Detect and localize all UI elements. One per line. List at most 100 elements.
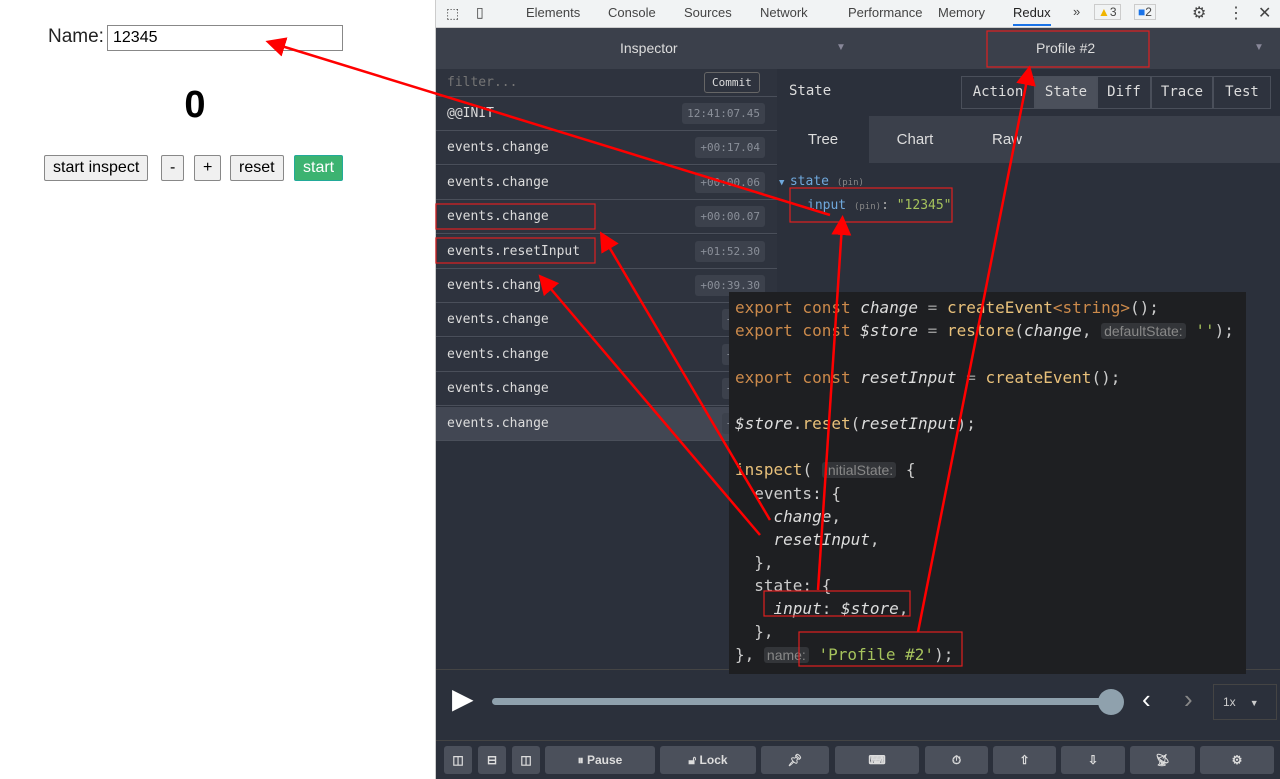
action-name: events.change xyxy=(447,381,549,397)
persist-button[interactable]: ⏱ xyxy=(925,746,988,774)
action-item[interactable]: events.change+00:0 xyxy=(436,337,777,372)
action-name: events.change xyxy=(447,140,549,156)
name-input[interactable] xyxy=(107,25,343,51)
chevron-down-icon[interactable]: ▼ xyxy=(1254,42,1264,53)
import-button[interactable]: ⇧ xyxy=(993,746,1056,774)
tab-network[interactable]: Network xyxy=(760,5,808,20)
download-icon: ⇩ xyxy=(1087,753,1099,767)
tab-sources[interactable]: Sources xyxy=(684,5,732,20)
reset-button[interactable]: reset xyxy=(230,155,284,181)
speed-select[interactable]: 1x ▼ xyxy=(1213,684,1277,720)
upload-icon: ⇧ xyxy=(1019,753,1030,767)
commit-button[interactable]: Commit xyxy=(704,72,760,93)
device-toggle-icon[interactable]: ▯ xyxy=(476,4,484,21)
layout-right-button[interactable]: ◫ xyxy=(512,746,540,774)
name-label: Name: xyxy=(48,26,104,47)
tab-memory[interactable]: Memory xyxy=(938,5,985,20)
more-options-icon[interactable]: ⋮ xyxy=(1228,3,1244,23)
redux-header: Inspector ▼ Profile #2 ▼ xyxy=(436,28,1280,69)
settings-icon[interactable]: ⚙ xyxy=(1192,3,1206,23)
close-icon[interactable]: ✕ xyxy=(1258,3,1271,23)
app-page: Name: 0 start inspect - + reset start xyxy=(0,0,435,779)
filter-row: Commit xyxy=(436,69,777,97)
increment-button[interactable]: + xyxy=(194,155,222,181)
action-item[interactable]: events.change+00:0 xyxy=(436,303,777,338)
decrement-button[interactable]: - xyxy=(161,155,185,181)
timer-off-icon: ⏱ xyxy=(951,753,962,767)
action-item[interactable]: events.change+00:0 xyxy=(436,406,777,441)
view-tabs: Tree Chart Raw xyxy=(777,116,1280,163)
start-inspect-button[interactable]: start inspect xyxy=(44,155,149,181)
antenna-icon: 📡︎ xyxy=(1154,753,1171,767)
action-name: events.change xyxy=(447,278,549,293)
segment-diff[interactable]: Diff xyxy=(1097,76,1151,109)
gear-icon: ⚙ xyxy=(1231,753,1243,767)
previous-icon[interactable]: ‹ xyxy=(1142,684,1151,715)
action-item[interactable]: events.change +00:39.30 xyxy=(436,269,777,303)
segment-state[interactable]: State xyxy=(1035,76,1097,109)
devtools-toolbar: ⬚ ▯ Elements Console Sources Network Per… xyxy=(436,0,1280,28)
chevron-down-icon[interactable]: ▼ xyxy=(836,42,846,53)
action-name: events.resetInput xyxy=(447,243,581,259)
action-item[interactable]: events.change+00:0 xyxy=(436,372,777,407)
start-button[interactable]: start xyxy=(294,155,344,181)
action-time: +00:17.04 xyxy=(695,137,765,159)
action-item[interactable]: @@INIT 12:41:07.45 xyxy=(436,97,777,131)
segment-test[interactable]: Test xyxy=(1213,76,1271,109)
messages-badge[interactable]: ■2 xyxy=(1134,4,1156,20)
action-name: events.change xyxy=(447,174,549,190)
more-tabs-icon[interactable]: » xyxy=(1073,4,1080,19)
tab-tree[interactable]: Tree xyxy=(777,116,869,163)
devtools: ⬚ ▯ Elements Console Sources Network Per… xyxy=(435,0,1280,779)
instance-select[interactable]: Profile #2 xyxy=(1036,40,1095,56)
action-name: events.change xyxy=(447,415,549,431)
pause-icon: ⏸ xyxy=(577,753,587,767)
chevron-down-icon: ▼ xyxy=(1249,698,1259,708)
tree-node-input[interactable]: input (pin): "12345" xyxy=(807,198,952,213)
action-item[interactable]: events.resetInput +01:52.30 xyxy=(436,234,777,269)
tab-performance[interactable]: Performance xyxy=(848,5,922,20)
tab-elements[interactable]: Elements xyxy=(526,5,580,20)
pause-button[interactable]: ⏸ Pause xyxy=(545,746,655,774)
action-time: +00:00.07 xyxy=(695,206,765,228)
action-item[interactable]: events.change +00:00.06 xyxy=(436,165,777,200)
layout-left-button[interactable]: ◫ xyxy=(444,746,472,774)
settings-button[interactable]: ⚙ xyxy=(1200,746,1274,774)
layout-bottom-button[interactable]: ⊟ xyxy=(478,746,506,774)
inspect-element-icon[interactable]: ⬚ xyxy=(446,5,459,22)
action-item[interactable]: events.change +00:17.04 xyxy=(436,131,777,166)
tab-chart[interactable]: Chart xyxy=(869,116,961,163)
filter-input[interactable] xyxy=(436,69,696,96)
action-item[interactable]: events.change +00:00.07 xyxy=(436,200,777,235)
action-name: events.change xyxy=(447,209,549,225)
pin-button[interactable]: 📌︎ xyxy=(761,746,829,774)
pin-icon: 📌︎ xyxy=(787,753,803,767)
tree-root[interactable]: ▼ state (pin) xyxy=(779,174,864,189)
action-name: @@INIT xyxy=(447,106,494,121)
keyboard-icon: ⌨ xyxy=(868,753,886,767)
monitor-select[interactable]: Inspector xyxy=(620,40,678,56)
panel-title: State xyxy=(789,83,832,99)
warnings-badge[interactable]: ▲3 xyxy=(1094,4,1121,20)
warning-icon: ▲ xyxy=(1098,5,1110,19)
action-name: events.change xyxy=(447,312,549,328)
action-name: events.change xyxy=(447,346,549,362)
segment-action[interactable]: Action xyxy=(961,76,1035,109)
counter-value: 0 xyxy=(184,84,206,126)
action-time: +00:00.06 xyxy=(695,171,765,193)
keyboard-button[interactable]: ⌨ xyxy=(835,746,919,774)
slider-bar: ▶ ‹ › 1x ▼ xyxy=(436,669,1280,741)
slider-handle[interactable] xyxy=(1098,689,1124,715)
timeline-slider[interactable] xyxy=(492,698,1112,705)
tab-redux[interactable]: Redux xyxy=(1013,5,1051,26)
lock-icon: 🔓︎ xyxy=(688,753,700,767)
segment-trace[interactable]: Trace xyxy=(1151,76,1213,109)
play-icon[interactable]: ▶ xyxy=(452,682,474,715)
remote-button[interactable]: 📡︎ xyxy=(1130,746,1195,774)
export-button[interactable]: ⇩ xyxy=(1061,746,1125,774)
lock-button[interactable]: 🔓︎ Lock xyxy=(660,746,756,774)
tab-raw[interactable]: Raw xyxy=(961,116,1053,163)
next-icon[interactable]: › xyxy=(1184,684,1193,715)
expand-icon[interactable]: ▼ xyxy=(779,178,790,188)
tab-console[interactable]: Console xyxy=(608,5,656,20)
